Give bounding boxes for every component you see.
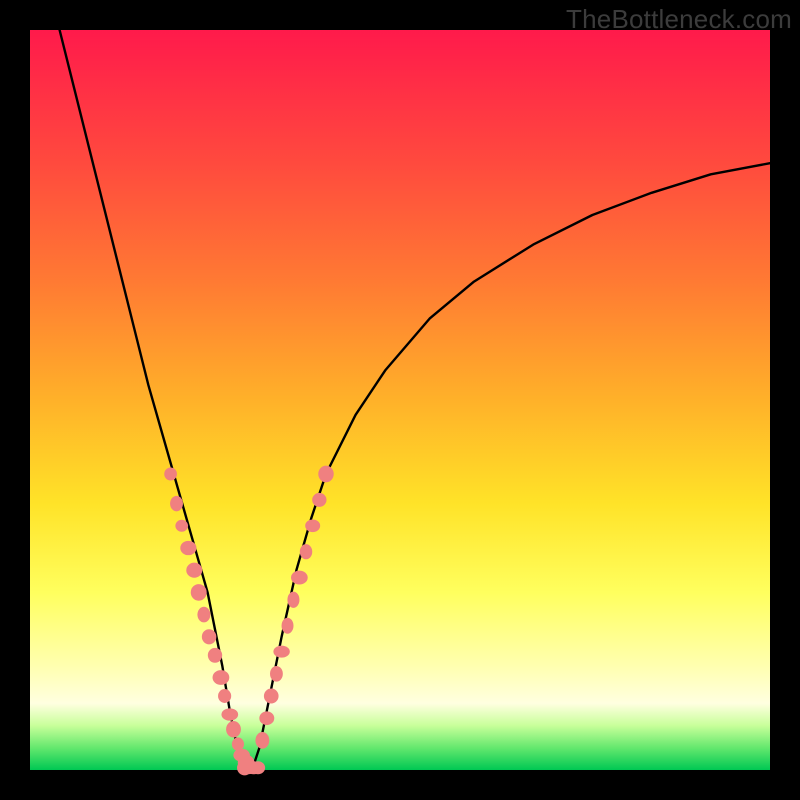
data-point bbox=[180, 541, 196, 555]
data-point bbox=[191, 584, 207, 601]
plot-area bbox=[30, 30, 770, 770]
data-point bbox=[259, 711, 274, 725]
data-point bbox=[164, 467, 177, 480]
data-point bbox=[208, 648, 222, 663]
watermark-text: TheBottleneck.com bbox=[566, 4, 792, 35]
curve-layer bbox=[60, 30, 770, 770]
data-point bbox=[170, 496, 183, 511]
data-point bbox=[221, 708, 238, 720]
chart-frame: TheBottleneck.com bbox=[0, 0, 800, 800]
data-point bbox=[197, 607, 210, 623]
data-point bbox=[226, 721, 241, 737]
data-point bbox=[186, 563, 202, 578]
data-point bbox=[312, 493, 326, 507]
data-point bbox=[175, 520, 188, 532]
data-point bbox=[264, 688, 279, 703]
data-point bbox=[318, 466, 333, 483]
data-point bbox=[218, 689, 231, 703]
data-point bbox=[291, 571, 308, 585]
data-point bbox=[287, 592, 299, 608]
data-point bbox=[202, 629, 216, 644]
data-point bbox=[300, 544, 312, 559]
data-point bbox=[273, 646, 289, 658]
data-point bbox=[255, 732, 269, 749]
data-point bbox=[305, 519, 320, 532]
chart-svg bbox=[30, 30, 770, 770]
data-point bbox=[232, 737, 244, 750]
data-point bbox=[270, 666, 283, 682]
bottleneck-curve bbox=[60, 30, 770, 770]
data-point bbox=[251, 761, 265, 774]
data-point bbox=[282, 618, 294, 634]
data-point bbox=[213, 670, 230, 685]
dots-layer bbox=[164, 466, 333, 776]
